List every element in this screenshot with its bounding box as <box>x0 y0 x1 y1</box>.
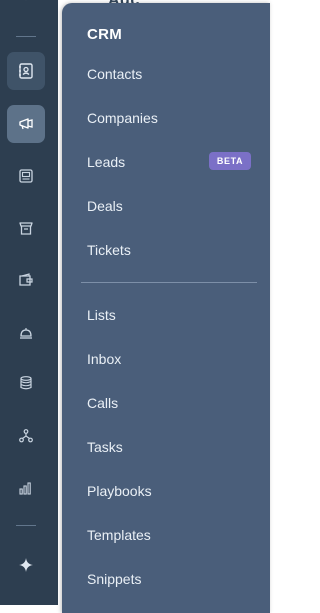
menu-separator <box>81 282 257 283</box>
data-database-icon <box>20 376 32 390</box>
nav-content-button[interactable] <box>16 166 36 186</box>
rail-divider-top <box>16 36 36 37</box>
nav-ai-button[interactable] <box>16 555 36 575</box>
menu-item-tasks[interactable]: Tasks <box>87 435 123 459</box>
menu-item-leads[interactable]: Leads <box>87 150 125 174</box>
payments-wallet-icon <box>19 273 33 286</box>
nav-data-button[interactable] <box>16 373 36 393</box>
menu-item-lists[interactable]: Lists <box>87 303 116 327</box>
nav-payments-button[interactable] <box>16 270 36 290</box>
nav-automation-button[interactable] <box>16 426 36 446</box>
crm-flyout-menu: CRM Contacts Companies Leads BETA Deals … <box>62 3 270 613</box>
nav-reporting-button[interactable] <box>16 478 36 498</box>
nav-commerce-button[interactable] <box>16 218 36 238</box>
menu-item-playbooks[interactable]: Playbooks <box>87 479 152 503</box>
nav-marketing-button[interactable] <box>7 105 45 143</box>
menu-item-snippets[interactable]: Snippets <box>87 567 141 591</box>
menu-item-calls[interactable]: Calls <box>87 391 118 415</box>
left-nav-rail <box>0 0 58 605</box>
contacts-book-icon <box>19 63 33 79</box>
commerce-icon <box>19 222 33 235</box>
menu-item-tickets[interactable]: Tickets <box>87 238 131 262</box>
menu-heading: CRM <box>87 26 123 43</box>
nav-contacts-button[interactable] <box>7 52 45 90</box>
reporting-bar-chart-icon <box>19 482 31 495</box>
marketing-megaphone-icon <box>19 118 33 130</box>
menu-item-deals[interactable]: Deals <box>87 194 123 218</box>
rail-divider-bottom <box>16 525 36 526</box>
ai-sparkle-icon <box>19 558 33 572</box>
service-bell-icon <box>20 328 32 339</box>
nav-service-button[interactable] <box>16 323 36 343</box>
collapse-icon[interactable] <box>18 0 34 4</box>
menu-item-inbox[interactable]: Inbox <box>87 347 121 371</box>
beta-badge: BETA <box>209 152 251 170</box>
automation-workflow-icon <box>19 429 33 443</box>
menu-item-templates[interactable]: Templates <box>87 523 151 547</box>
content-icon <box>19 169 33 183</box>
menu-item-companies[interactable]: Companies <box>87 106 158 130</box>
menu-item-contacts[interactable]: Contacts <box>87 62 142 86</box>
